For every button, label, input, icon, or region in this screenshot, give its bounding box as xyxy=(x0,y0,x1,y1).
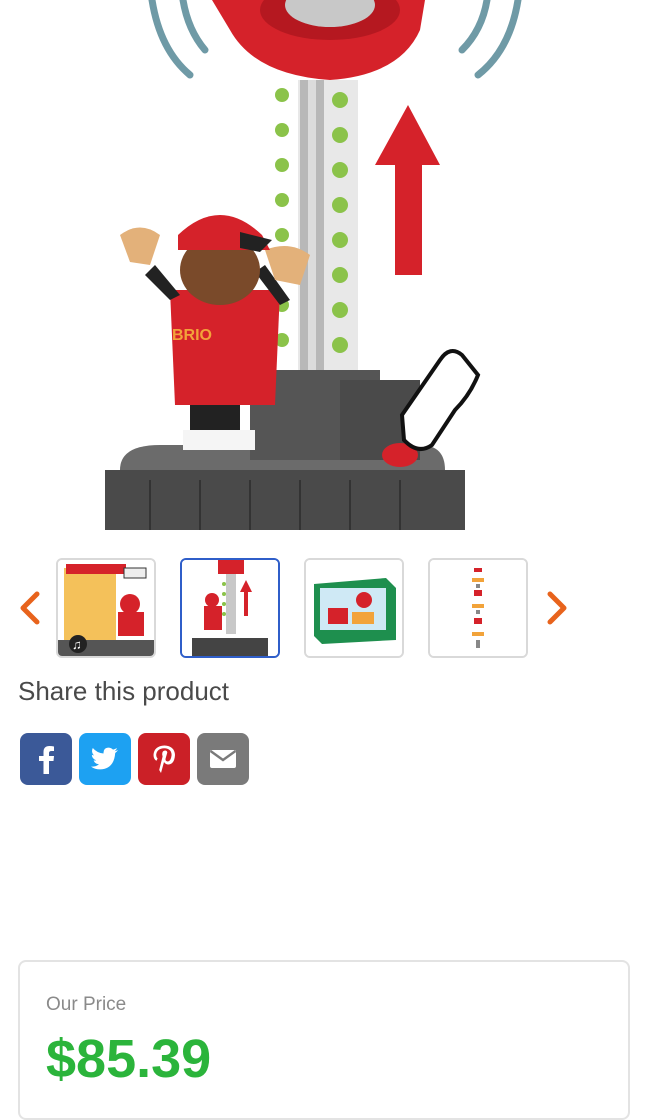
carousel-prev-button[interactable] xyxy=(10,588,50,628)
thumbnail-1[interactable]: ♫ xyxy=(56,558,156,658)
share-facebook-button[interactable] xyxy=(20,733,72,785)
product-hero-image[interactable]: BRIO xyxy=(0,0,648,530)
share-email-button[interactable] xyxy=(197,733,249,785)
chevron-right-icon xyxy=(547,591,567,625)
thumbnail-4[interactable] xyxy=(428,558,528,658)
svg-text:BRIO: BRIO xyxy=(172,327,212,344)
price-card: Our Price $85.39 xyxy=(18,960,630,1120)
share-pinterest-button[interactable] xyxy=(138,733,190,785)
thumbnail-2[interactable] xyxy=(180,558,280,658)
share-heading: Share this product xyxy=(18,676,230,706)
price-label: Our Price xyxy=(46,994,127,1015)
carousel-next-button[interactable] xyxy=(537,588,577,628)
price-value: $85.39 xyxy=(46,1029,212,1089)
share-buttons xyxy=(20,733,249,785)
thumbnail-3[interactable] xyxy=(304,558,404,658)
chevron-left-icon xyxy=(20,591,40,625)
thumbnail-carousel: ♫ xyxy=(0,555,648,663)
twitter-icon xyxy=(91,747,118,770)
music-note-icon: ♫ xyxy=(72,637,82,652)
envelope-icon xyxy=(209,750,237,768)
pinterest-icon xyxy=(153,745,175,773)
share-twitter-button[interactable] xyxy=(79,733,131,785)
facebook-icon xyxy=(39,746,54,774)
